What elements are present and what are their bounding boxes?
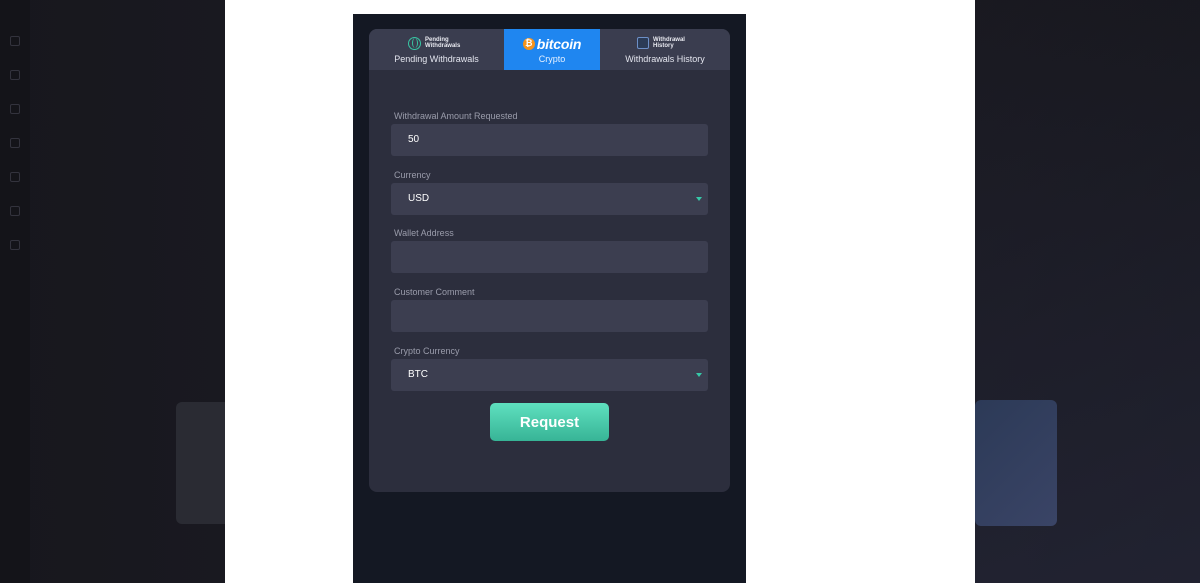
globe-icon — [408, 36, 421, 50]
withdrawal-panel: Pending Withdrawals Pending Withdrawals … — [369, 29, 730, 492]
currency-select[interactable]: USD — [391, 183, 708, 215]
wallet-label: Wallet Address — [394, 228, 454, 238]
background-card — [975, 400, 1057, 526]
tab-mini-label: Withdrawal History — [653, 37, 685, 49]
chevron-down-icon — [696, 197, 702, 201]
rail-icon — [10, 138, 20, 148]
rail-icon — [10, 172, 20, 182]
background-sidebar — [0, 0, 30, 583]
rail-icon — [10, 240, 20, 250]
amount-label: Withdrawal Amount Requested — [394, 111, 518, 121]
withdrawal-tabs: Pending Withdrawals Pending Withdrawals … — [369, 29, 730, 70]
wallet-address-input[interactable] — [391, 241, 708, 273]
comment-label: Customer Comment — [394, 287, 475, 297]
rail-icon — [10, 206, 20, 216]
crypto-currency-select[interactable]: BTC — [391, 359, 708, 391]
chevron-down-icon — [696, 373, 702, 377]
rail-icon — [10, 36, 20, 46]
tab-crypto[interactable]: ₿ bitcoin Crypto — [504, 29, 600, 70]
bitcoin-logo-text: bitcoin — [536, 35, 582, 52]
rail-icon — [10, 70, 20, 80]
bitcoin-icon: ₿ — [522, 37, 535, 50]
request-button[interactable]: Request — [490, 403, 609, 441]
amount-value: 50 — [408, 134, 420, 145]
currency-label: Currency — [394, 170, 431, 180]
customer-comment-input[interactable] — [391, 300, 708, 332]
amount-input[interactable]: 50 — [391, 124, 708, 156]
rail-icon — [10, 104, 20, 114]
tab-withdrawals-history[interactable]: Withdrawal History Withdrawals History — [600, 29, 730, 70]
crypto-currency-value: BTC — [408, 369, 428, 380]
tab-mini-label: Pending Withdrawals — [425, 37, 461, 49]
history-icon — [637, 37, 649, 49]
crypto-currency-label: Crypto Currency — [394, 346, 460, 356]
tab-label: Withdrawals History — [625, 54, 705, 64]
currency-value: USD — [408, 193, 430, 204]
withdrawal-screen: Pending Withdrawals Pending Withdrawals … — [353, 14, 746, 583]
tab-label: Pending Withdrawals — [394, 54, 479, 64]
tab-pending-withdrawals[interactable]: Pending Withdrawals Pending Withdrawals — [369, 29, 504, 70]
tab-label: Crypto — [538, 53, 566, 64]
